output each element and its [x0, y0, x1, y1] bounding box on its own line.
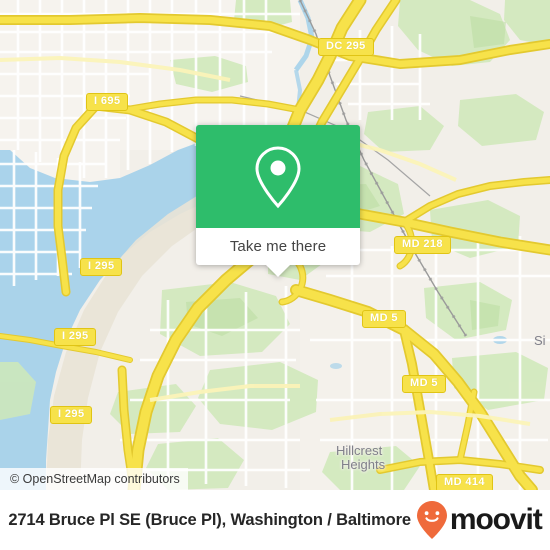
popup-action-bar[interactable]: Take me there — [196, 228, 360, 265]
moovit-wordmark: moovit — [449, 503, 543, 536]
popup-header — [196, 125, 360, 228]
moovit-smiley-pin-icon — [416, 501, 447, 539]
road-shield: MD 5 — [362, 310, 406, 328]
take-me-there-label: Take me there — [229, 238, 327, 255]
road-shield: I 295 — [50, 406, 93, 424]
road-shield: DC 295 — [318, 38, 374, 56]
location-popup-card[interactable]: Take me there — [196, 125, 360, 277]
road-shield: I 295 — [54, 328, 97, 346]
address-title: 2714 Bruce Pl SE (Bruce Pl), Washington … — [8, 510, 411, 529]
road-shield: I 695 — [86, 93, 129, 111]
footer-bar: 2714 Bruce Pl SE (Bruce Pl), Washington … — [0, 490, 550, 550]
place-label-clipped: Si — [534, 333, 546, 348]
map-pin-icon — [255, 145, 301, 208]
map-screenshot: DC 295 I 695 I 295 MD 218 MD 5 I 295 MD … — [0, 0, 550, 550]
road-shield: MD 218 — [394, 236, 451, 254]
place-label-hillcrest: Hillcrest — [336, 443, 383, 458]
road-shield: MD 414 — [436, 474, 493, 490]
place-label-heights: Heights — [341, 457, 386, 472]
road-shield: MD 5 — [402, 375, 446, 393]
map-attribution[interactable]: © OpenStreetMap contributors — [0, 468, 188, 490]
map-canvas[interactable]: DC 295 I 695 I 295 MD 218 MD 5 I 295 MD … — [0, 0, 550, 490]
popup-tail — [266, 265, 290, 277]
moovit-logo[interactable]: moovit — [415, 500, 543, 540]
road-shield: I 295 — [80, 258, 123, 276]
footer-content: 2714 Bruce Pl SE (Bruce Pl), Washington … — [8, 500, 543, 540]
